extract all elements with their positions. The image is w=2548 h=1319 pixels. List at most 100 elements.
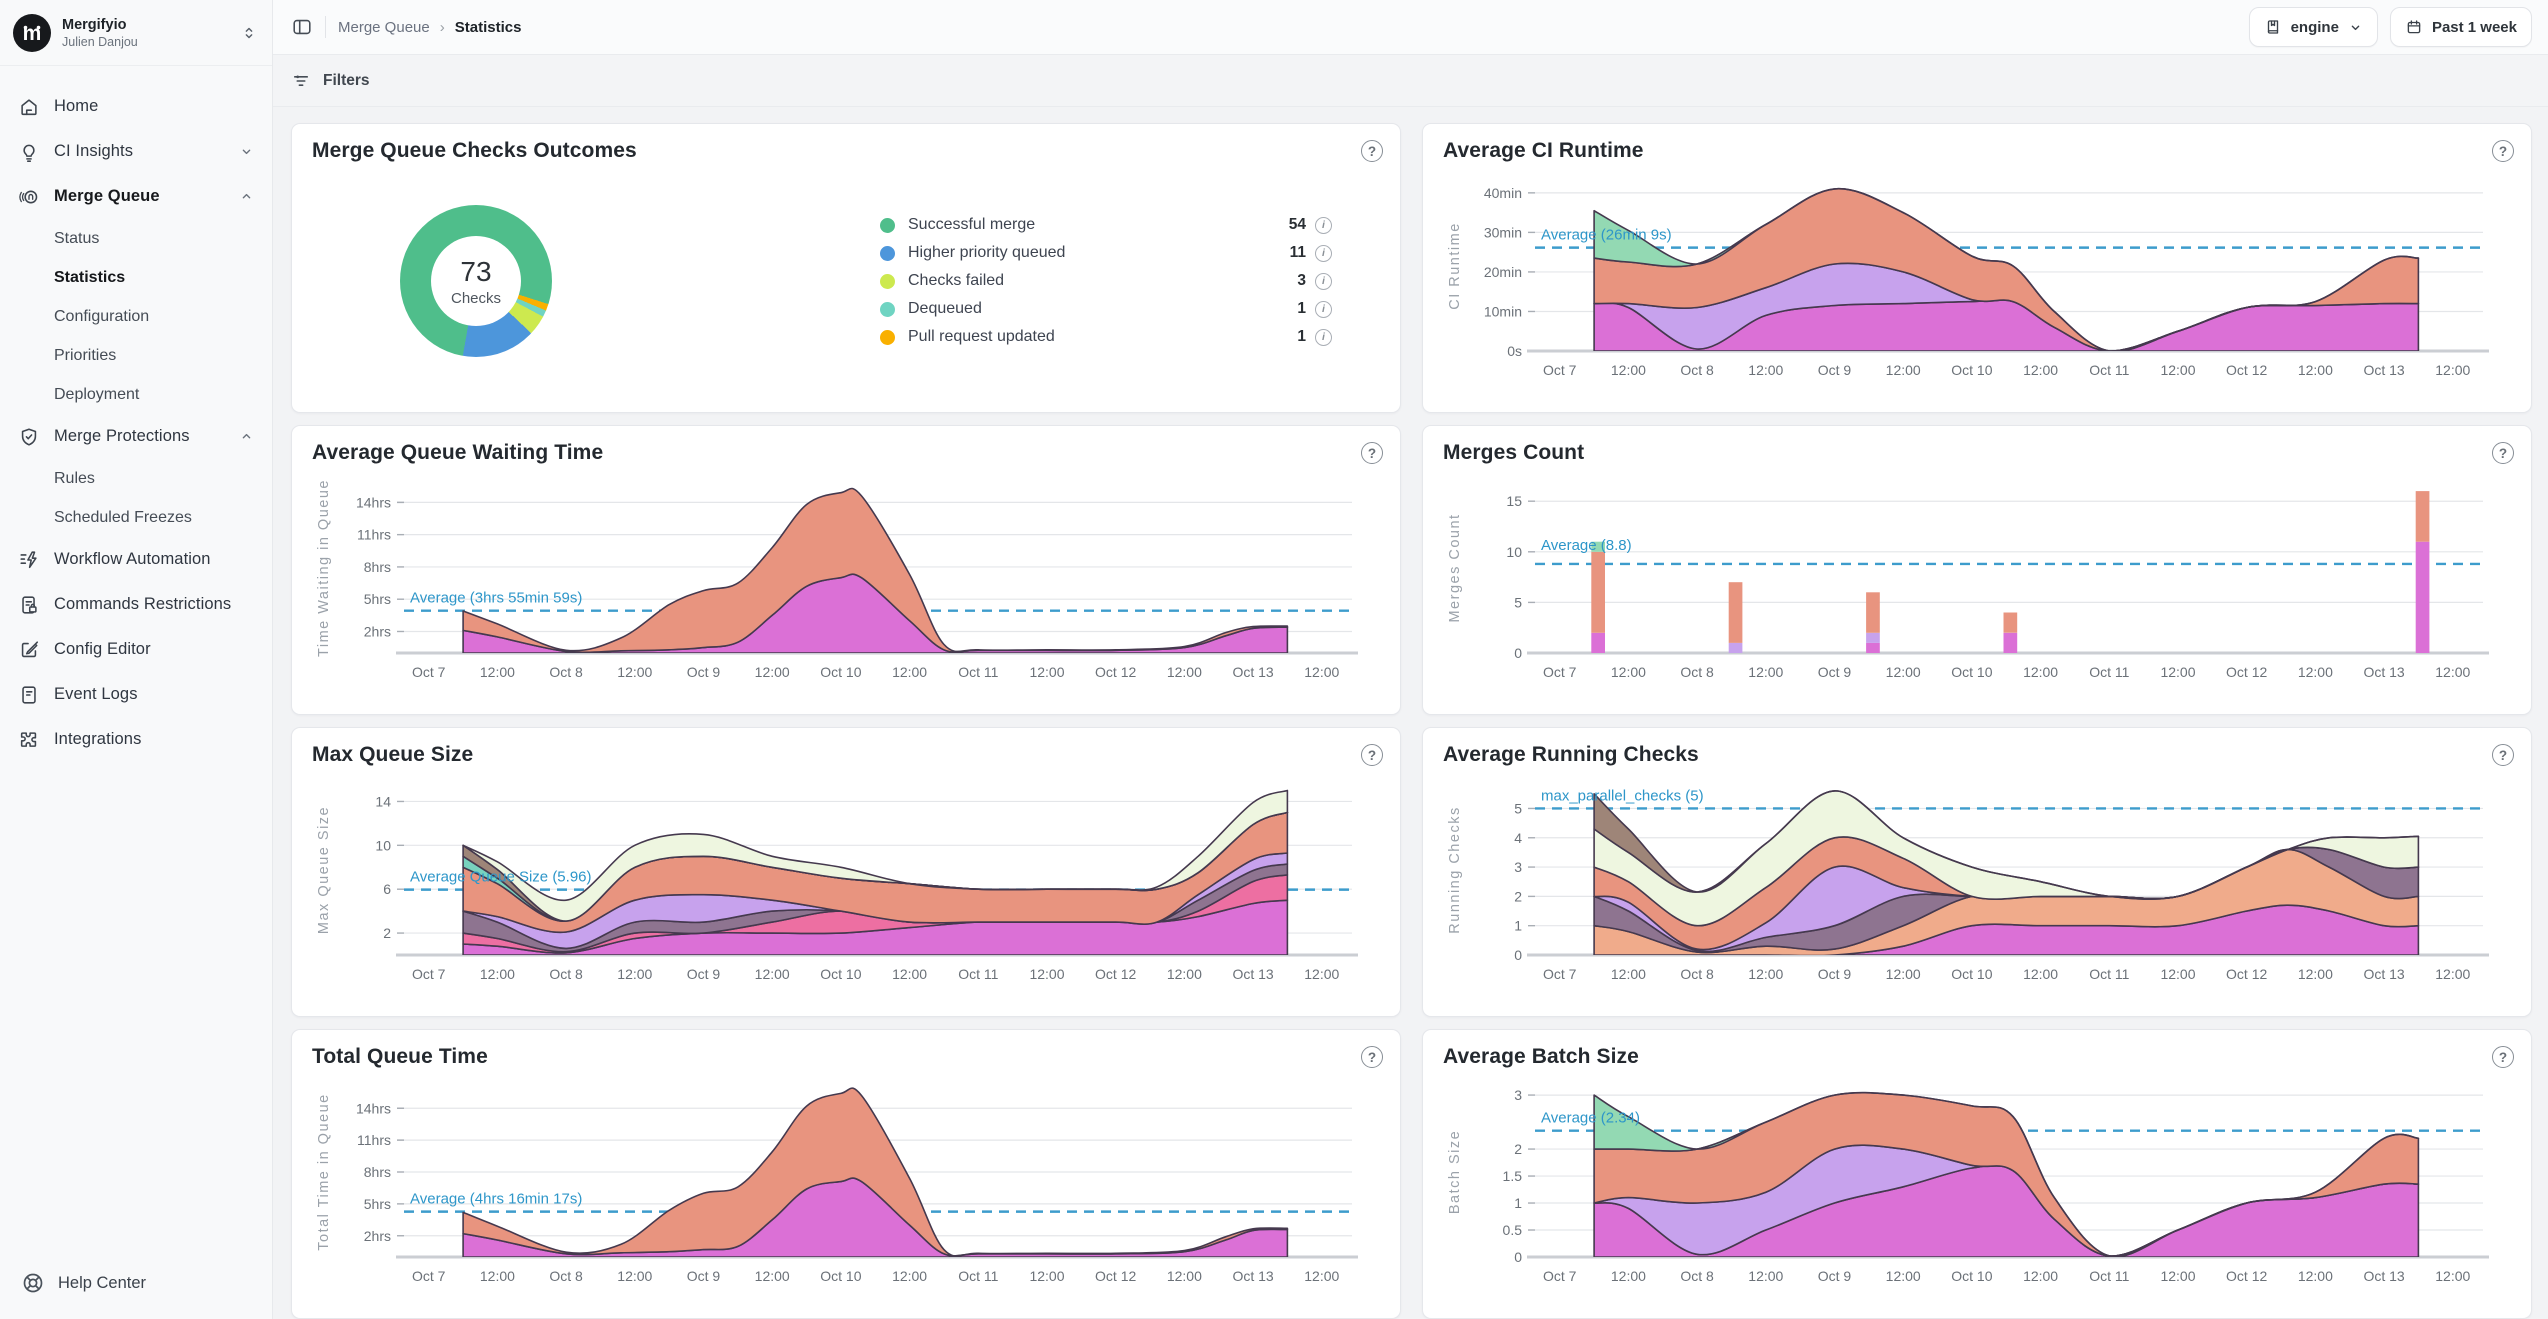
card-average-running-checks: Average Running Checks ? 012345Oct 712:0… — [1422, 727, 2532, 1017]
help-circle-icon[interactable]: ? — [2492, 442, 2514, 464]
help-circle-icon[interactable]: ? — [1361, 140, 1383, 162]
svg-text:Oct 8: Oct 8 — [1680, 664, 1714, 680]
card-title: Average Running Checks — [1443, 743, 2511, 767]
svg-text:12:00: 12:00 — [892, 1268, 927, 1284]
svg-text:m: m — [23, 22, 42, 45]
sidebar-toggle-icon[interactable] — [291, 16, 313, 38]
svg-text:1.5: 1.5 — [1503, 1168, 1523, 1184]
svg-text:12:00: 12:00 — [892, 966, 927, 982]
help-circle-icon[interactable]: ? — [1361, 1046, 1383, 1068]
svg-text:12:00: 12:00 — [1748, 1268, 1783, 1284]
time-range-selector[interactable]: Past 1 week — [2390, 7, 2532, 47]
svg-text:Oct 13: Oct 13 — [2363, 664, 2404, 680]
svg-text:Oct 9: Oct 9 — [687, 664, 721, 680]
chevron-down-icon — [2348, 20, 2363, 35]
svg-text:12:00: 12:00 — [2160, 362, 2195, 378]
help-center-link[interactable]: Help Center — [0, 1271, 272, 1319]
shield-check-icon — [18, 426, 40, 448]
org-collapse-icon[interactable] — [240, 24, 258, 42]
legend-color-dot — [880, 302, 895, 317]
file-lock-icon — [18, 594, 40, 616]
repository-selector[interactable]: engine — [2249, 7, 2378, 47]
svg-text:Oct 12: Oct 12 — [1095, 1268, 1136, 1284]
sidebar-item-rules[interactable]: Rules — [10, 459, 262, 498]
help-circle-icon[interactable]: ? — [1361, 744, 1383, 766]
svg-text:12:00: 12:00 — [2298, 1268, 2333, 1284]
svg-text:12:00: 12:00 — [755, 966, 790, 982]
svg-text:Oct 8: Oct 8 — [1680, 966, 1714, 982]
info-icon[interactable]: i — [1315, 301, 1332, 318]
svg-text:12:00: 12:00 — [2160, 1268, 2195, 1284]
checks-outcomes-legend: Successful merge 54 i Higher priority qu… — [880, 211, 1332, 351]
chevron-up-icon — [239, 189, 254, 204]
sidebar-item-workflow-automation[interactable]: Workflow Automation — [10, 537, 262, 582]
sidebar-item-deployment[interactable]: Deployment — [10, 375, 262, 414]
svg-text:Oct 13: Oct 13 — [2363, 362, 2404, 378]
sidebar-item-event-logs[interactable]: Event Logs — [10, 672, 262, 717]
svg-text:Oct 9: Oct 9 — [1818, 966, 1852, 982]
filters-bar: Filters — [273, 55, 2548, 107]
home-icon — [18, 96, 40, 118]
svg-text:Batch Size: Batch Size — [1447, 1130, 1463, 1214]
breadcrumb: Merge Queue › Statistics — [338, 19, 521, 36]
svg-text:0s: 0s — [1507, 343, 1522, 359]
svg-text:11hrs: 11hrs — [357, 527, 391, 543]
sidebar-item-status[interactable]: Status — [10, 219, 262, 258]
svg-text:12:00: 12:00 — [1886, 1268, 1921, 1284]
svg-text:12:00: 12:00 — [755, 1268, 790, 1284]
card-title: Average Batch Size — [1443, 1045, 2511, 1069]
legend-color-dot — [880, 274, 895, 289]
svg-text:Oct 10: Oct 10 — [1951, 664, 1992, 680]
svg-text:2: 2 — [1514, 888, 1522, 904]
svg-text:Oct 12: Oct 12 — [2226, 966, 2267, 982]
info-icon[interactable]: i — [1315, 245, 1332, 262]
donut-total-label: Checks — [451, 290, 501, 307]
average-ci-runtime-chart: 0s10min20min30min40minOct 712:00Oct 812:… — [1443, 169, 2513, 383]
workflow-icon — [18, 549, 40, 571]
sidebar-item-integrations[interactable]: Integrations — [10, 717, 262, 762]
svg-text:Average (2.34): Average (2.34) — [1541, 1110, 1640, 1127]
svg-text:12:00: 12:00 — [617, 966, 652, 982]
svg-text:12:00: 12:00 — [1886, 362, 1921, 378]
sidebar-item-scheduled-freezes[interactable]: Scheduled Freezes — [10, 498, 262, 537]
svg-text:Merges Count: Merges Count — [1447, 513, 1463, 622]
breadcrumb-merge-queue[interactable]: Merge Queue — [338, 19, 430, 36]
help-circle-icon[interactable]: ? — [2492, 140, 2514, 162]
merge-queue-icon — [18, 186, 40, 208]
svg-text:12:00: 12:00 — [1611, 966, 1646, 982]
sidebar-item-configuration[interactable]: Configuration — [10, 297, 262, 336]
topbar-divider — [325, 16, 326, 38]
svg-text:Oct 13: Oct 13 — [2363, 966, 2404, 982]
svg-text:12:00: 12:00 — [2298, 664, 2333, 680]
help-circle-icon[interactable]: ? — [2492, 744, 2514, 766]
svg-text:Oct 13: Oct 13 — [1232, 1268, 1273, 1284]
sidebar-item-ci-insights[interactable]: CI Insights — [10, 129, 262, 174]
svg-text:12:00: 12:00 — [480, 1268, 515, 1284]
sidebar-item-merge-protections[interactable]: Merge Protections — [10, 414, 262, 459]
svg-text:6: 6 — [383, 881, 391, 897]
charts-grid: Merge Queue Checks Outcomes ? 73 Checks … — [273, 107, 2548, 1319]
sidebar-item-commands-restrictions[interactable]: Commands Restrictions — [10, 582, 262, 627]
filters-label[interactable]: Filters — [323, 72, 370, 90]
edit-square-icon — [18, 639, 40, 661]
sidebar-item-config-editor[interactable]: Config Editor — [10, 627, 262, 672]
svg-text:Oct 13: Oct 13 — [1232, 664, 1273, 680]
help-circle-icon[interactable]: ? — [2492, 1046, 2514, 1068]
sidebar-item-statistics[interactable]: Statistics — [10, 258, 262, 297]
svg-text:Oct 12: Oct 12 — [2226, 664, 2267, 680]
info-icon[interactable]: i — [1315, 217, 1332, 234]
info-icon[interactable]: i — [1315, 329, 1332, 346]
sidebar-item-home[interactable]: Home — [10, 84, 262, 129]
sidebar-item-priorities[interactable]: Priorities — [10, 336, 262, 375]
svg-text:12:00: 12:00 — [1029, 1268, 1064, 1284]
sidebar-item-merge-queue[interactable]: Merge Queue — [10, 174, 262, 219]
org-switcher[interactable]: m Mergifyio Julien Danjou — [0, 0, 272, 66]
help-circle-icon[interactable]: ? — [1361, 442, 1383, 464]
svg-text:20min: 20min — [1484, 264, 1522, 280]
filter-icon[interactable] — [291, 71, 311, 91]
svg-text:Oct 8: Oct 8 — [549, 966, 583, 982]
svg-text:12:00: 12:00 — [2298, 966, 2333, 982]
svg-text:12:00: 12:00 — [1748, 664, 1783, 680]
svg-text:Oct 7: Oct 7 — [412, 966, 446, 982]
info-icon[interactable]: i — [1315, 273, 1332, 290]
